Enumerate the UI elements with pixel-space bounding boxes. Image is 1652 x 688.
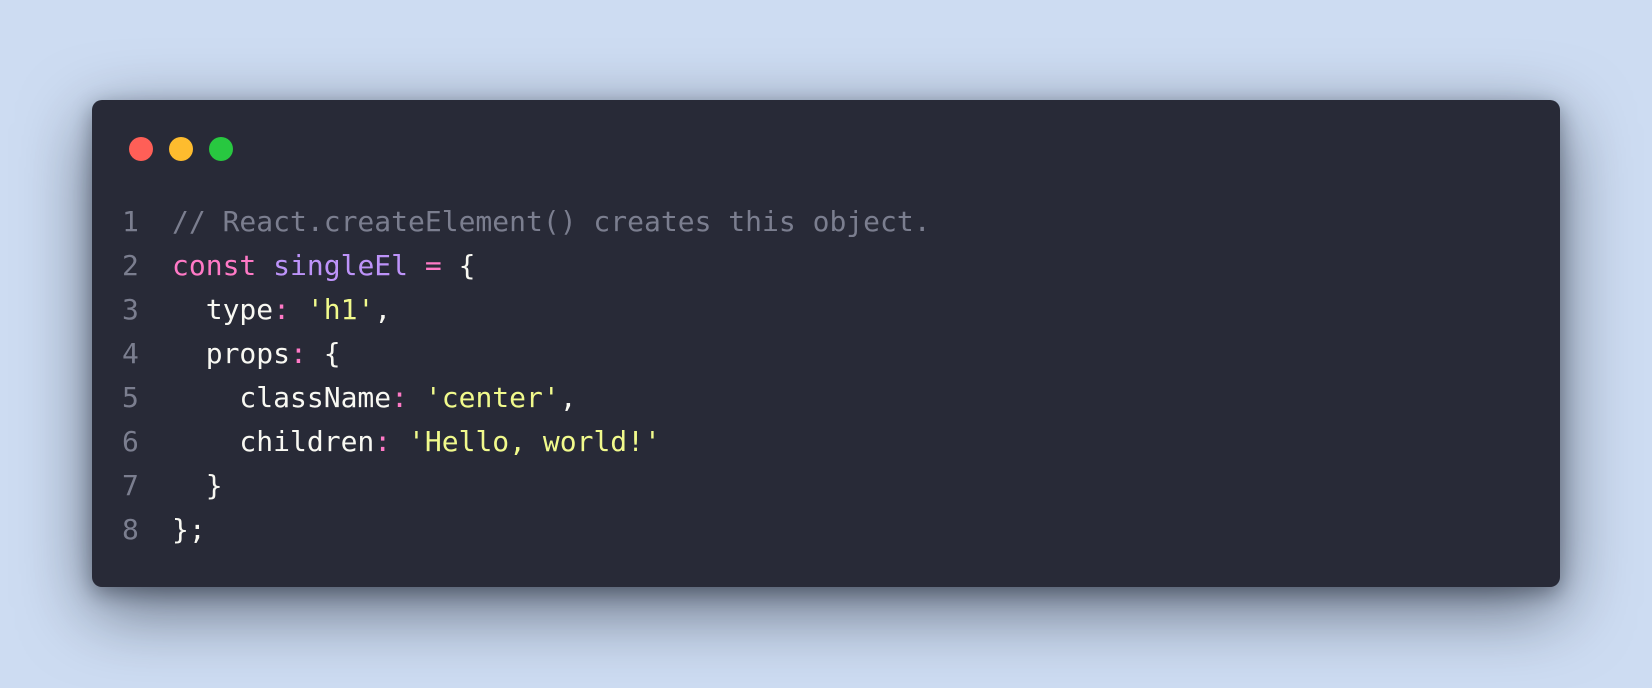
- line-number: 3: [122, 293, 139, 326]
- code-token-prop: props: [172, 337, 291, 370]
- yellow-dot-icon[interactable]: [169, 137, 193, 161]
- line-number: 4: [122, 337, 139, 370]
- line-number: 6: [122, 425, 139, 458]
- code-text: children: 'Hello, world!': [172, 420, 661, 464]
- code-token-punc: {: [441, 249, 476, 282]
- code-token-punc: [408, 249, 425, 282]
- code-text: // React.createElement() creates this ob…: [172, 200, 931, 244]
- code-token-prop: children: [172, 425, 375, 458]
- code-token-punc: };: [172, 513, 206, 546]
- green-dot-icon[interactable]: [209, 137, 233, 161]
- code-line: 5 className: 'center',: [92, 376, 1560, 420]
- code-token-str: 'center': [424, 381, 560, 414]
- code-token-punc: [391, 425, 408, 458]
- code-text: }: [172, 464, 223, 508]
- red-dot-icon[interactable]: [129, 137, 153, 161]
- code-token-prop: className: [172, 381, 392, 414]
- code-line: 3 type: 'h1',: [92, 288, 1560, 332]
- code-token-op: =: [424, 249, 442, 282]
- code-line: 8};: [92, 508, 1560, 552]
- code-token-punc: [408, 381, 425, 414]
- code-token-str: 'Hello, world!': [408, 425, 661, 458]
- code-token-comment: // React.createElement() creates this ob…: [172, 205, 931, 238]
- line-number: 1: [122, 205, 139, 238]
- code-token-punc: }: [172, 469, 223, 502]
- code-block: 1 // React.createElement() creates this o…: [92, 200, 1560, 552]
- line-number: 2: [122, 249, 139, 282]
- code-token-punc: [256, 249, 273, 282]
- code-token-op: :: [273, 293, 291, 326]
- window-controls: [129, 137, 233, 161]
- line-number: 8: [122, 513, 139, 546]
- code-token-op: :: [290, 337, 307, 370]
- code-text: props: {: [172, 332, 341, 376]
- code-text: className: 'center',: [172, 376, 577, 420]
- code-line: 6 children: 'Hello, world!': [92, 420, 1560, 464]
- code-line: 2 const singleEl = {: [92, 244, 1560, 288]
- code-token-punc: ,: [374, 293, 392, 326]
- code-line: 7 }: [92, 464, 1560, 508]
- code-line: 4 props: {: [92, 332, 1560, 376]
- code-token-var: singleEl: [273, 249, 409, 282]
- code-token-str: 'h1': [306, 293, 375, 326]
- code-token-keyword: const: [172, 249, 257, 282]
- code-line: 1 // React.createElement() creates this o…: [92, 200, 1560, 244]
- code-token-punc: [290, 293, 307, 326]
- code-text: type: 'h1',: [172, 288, 391, 332]
- code-text: };: [172, 508, 206, 552]
- code-token-op: :: [391, 381, 409, 414]
- line-number: 5: [122, 381, 139, 414]
- code-token-prop: type: [172, 293, 274, 326]
- code-text: const singleEl = {: [172, 244, 475, 288]
- code-window: 1 // React.createElement() creates this o…: [92, 100, 1560, 587]
- code-token-punc: ,: [559, 381, 577, 414]
- line-number: 7: [122, 469, 139, 502]
- code-token-punc: {: [306, 337, 341, 370]
- code-token-op: :: [374, 425, 392, 458]
